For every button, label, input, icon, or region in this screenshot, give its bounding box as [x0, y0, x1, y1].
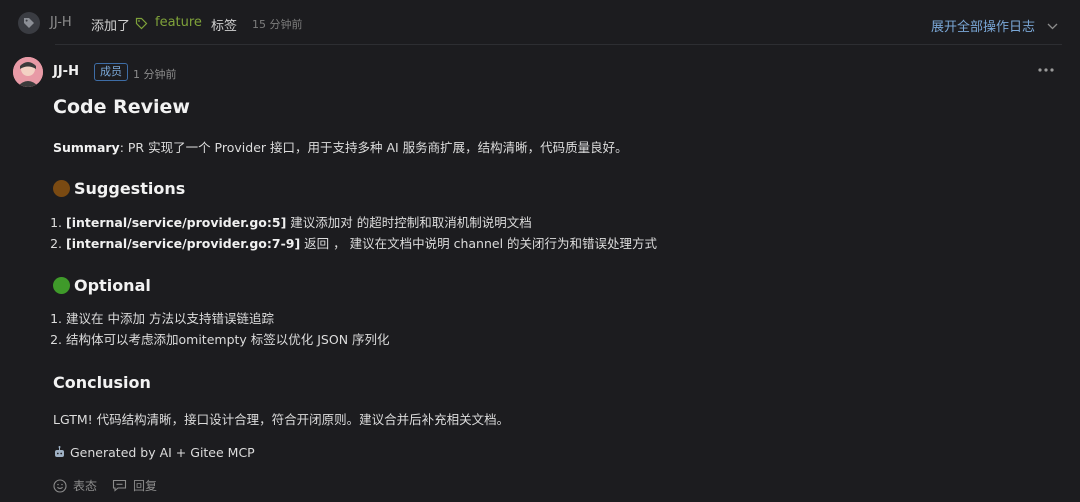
- optional-list: 建议在 中添加 方法以支持错误链追踪 结构体可以考虑添加omitempty 标签…: [66, 308, 390, 350]
- list-item: 结构体可以考虑添加omitempty 标签以优化 JSON 序列化: [66, 329, 390, 350]
- list-item: [internal/service/provider.go:5] 建议添加对 的…: [66, 212, 657, 233]
- suggestion-text: 返回 ， 建议在文档中说明 channel 的关闭行为和错误处理方式: [300, 236, 658, 251]
- list-item: 建议在 中添加 方法以支持错误链追踪: [66, 308, 390, 329]
- optional-heading: Optional: [53, 276, 151, 295]
- expand-log-link[interactable]: 展开全部操作日志: [931, 16, 1035, 35]
- role-badge: 成员: [94, 63, 128, 81]
- reply-label: 回复: [133, 479, 158, 493]
- activity-line: JJ-H 添加了 feature 标签 15 分钟前 展开全部操作日志: [0, 0, 1080, 44]
- review-title: Code Review: [53, 96, 190, 118]
- summary-text: : PR 实现了一个 Provider 接口，用于支持多种 AI 服务商扩展，结…: [119, 140, 628, 155]
- tag-event-icon: [18, 12, 40, 34]
- green-circle-icon: [53, 277, 70, 294]
- activity-user[interactable]: JJ-H: [50, 15, 72, 30]
- reply-button[interactable]: 回复: [112, 477, 157, 494]
- generated-by-text: Generated by AI + Gitee MCP: [70, 445, 255, 460]
- more-icon[interactable]: [1035, 62, 1057, 78]
- code-path: [internal/service/provider.go:5]: [66, 215, 287, 230]
- summary-paragraph: Summary: PR 实现了一个 Provider 接口，用于支持多种 AI …: [53, 137, 628, 156]
- comment-time: 1 分钟前: [133, 68, 177, 81]
- react-button[interactable]: 表态: [53, 477, 97, 494]
- optional-title: Optional: [74, 276, 151, 295]
- react-label: 表态: [73, 479, 98, 493]
- list-item: [internal/service/provider.go:7-9] 返回 ， …: [66, 233, 657, 254]
- comment-author[interactable]: JJ-H: [53, 64, 79, 79]
- activity-time: 15 分钟前: [252, 18, 303, 31]
- brown-circle-icon: [53, 180, 70, 197]
- label-feature[interactable]: feature: [155, 15, 202, 30]
- avatar[interactable]: [13, 57, 43, 87]
- activity-suffix: 标签: [211, 19, 238, 34]
- suggestions-list: [internal/service/provider.go:5] 建议添加对 的…: [66, 212, 657, 254]
- suggestion-text: 建议添加对 的超时控制和取消机制说明文档: [286, 215, 532, 230]
- smile-icon: [53, 478, 67, 493]
- robot-icon: [53, 446, 66, 459]
- activity-action: 添加了: [91, 19, 131, 34]
- divider: [55, 44, 1062, 45]
- generated-by-line: Generated by AI + Gitee MCP: [53, 445, 255, 460]
- suggestions-title: Suggestions: [74, 179, 186, 198]
- conclusion-text: LGTM! 代码结构清晰，接口设计合理，符合开闭原则。建议合并后补充相关文档。: [53, 412, 510, 427]
- comment-icon: [112, 479, 127, 492]
- tag-icon: [135, 17, 148, 34]
- summary-label: Summary: [53, 140, 120, 155]
- conclusion-heading: Conclusion: [53, 373, 151, 392]
- conclusion-title: Conclusion: [53, 373, 151, 392]
- suggestions-heading: Suggestions: [53, 179, 185, 198]
- chevron-down-icon[interactable]: [1047, 19, 1058, 34]
- code-path: [internal/service/provider.go:7-9]: [66, 236, 301, 251]
